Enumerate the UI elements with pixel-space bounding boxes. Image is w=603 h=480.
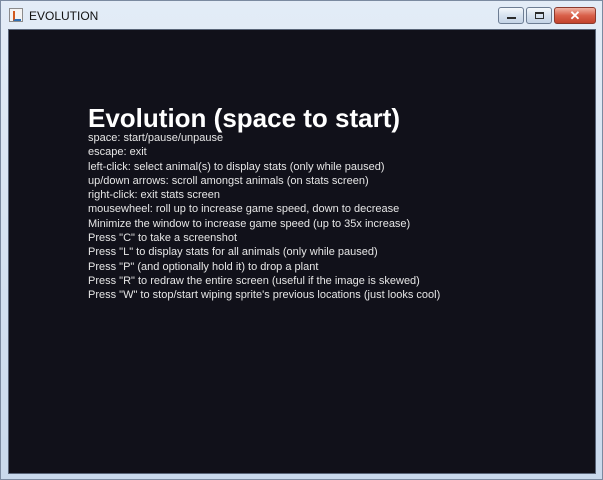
instruction-line: space: start/pause/unpause [88, 132, 224, 144]
instruction-line: left-click: select animal(s) to display … [88, 160, 385, 173]
app-window: EVOLUTION ✕ Evolution (space to start) s… [0, 0, 603, 480]
title-bar[interactable]: EVOLUTION ✕ [1, 1, 602, 29]
instruction-line: Press "R" to redraw the entire screen (u… [88, 274, 420, 287]
instruction-line: Press "C" to take a screenshot [88, 232, 238, 245]
maximize-button[interactable] [526, 7, 552, 24]
instruction-line: escape: exit [88, 146, 147, 159]
instruction-line: Minimize the window to increase game spe… [88, 217, 411, 230]
instruction-line: up/down arrows: scroll amongst animals (… [88, 174, 369, 187]
java-app-icon[interactable] [9, 8, 23, 22]
game-heading: Evolution (space to start) [88, 103, 401, 133]
instruction-line: Press "W" to stop/start wiping sprite's … [88, 289, 441, 302]
instructions-list: space: start/pause/unpause escape: exit … [88, 131, 440, 303]
instruction-line: Press "L" to display stats for all anima… [88, 246, 378, 259]
minimize-icon [507, 17, 516, 19]
minimize-button[interactable] [498, 7, 524, 24]
window-controls: ✕ [496, 7, 596, 25]
close-icon: ✕ [569, 8, 581, 23]
instruction-line: Press "P" (and optionally hold it) to dr… [88, 260, 319, 273]
window-title: EVOLUTION [29, 9, 99, 23]
instruction-line: mousewheel: roll up to increase game spe… [88, 203, 400, 216]
instruction-line: right-click: exit stats screen [88, 189, 221, 202]
maximize-icon [535, 12, 544, 19]
close-button[interactable]: ✕ [554, 7, 596, 24]
